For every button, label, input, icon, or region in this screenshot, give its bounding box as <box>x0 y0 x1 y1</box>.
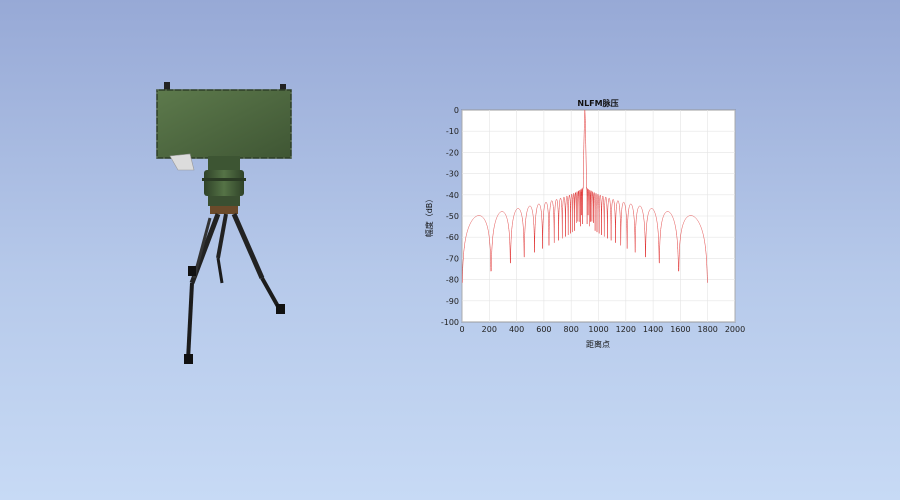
x-tick-label: 400 <box>509 325 524 334</box>
x-tick-label: 1400 <box>643 325 663 334</box>
y-tick-label: -10 <box>446 127 459 136</box>
radar-device-image <box>156 82 292 364</box>
x-axis-label: 距离点 <box>586 339 610 349</box>
y-tick-label: -70 <box>446 254 459 263</box>
y-tick-label: 0 <box>454 106 459 115</box>
x-tick-label: 600 <box>536 325 551 334</box>
x-tick-label: 1600 <box>670 325 690 334</box>
y-tick-label: -20 <box>446 148 459 157</box>
x-tick-label: 200 <box>482 325 497 334</box>
x-tick-label: 1800 <box>698 325 718 334</box>
y-axis-label: 幅度（dB） <box>424 195 434 238</box>
y-tick-label: -30 <box>446 170 459 179</box>
y-tick-label: -40 <box>446 191 459 200</box>
y-tick-label: -60 <box>446 233 459 242</box>
y-tick-label: -50 <box>446 212 459 221</box>
x-tick-label: 1200 <box>616 325 636 334</box>
x-tick-label: 800 <box>564 325 579 334</box>
x-tick-label: 2000 <box>725 325 745 334</box>
x-tick-label: 0 <box>459 325 464 334</box>
y-tick-label: -90 <box>446 297 459 306</box>
chart-title: NLFM脉压 <box>577 98 618 108</box>
x-tick-label: 1000 <box>588 325 608 334</box>
pulse-compression-chart: 0 200 400 600 800 1000 1200 1400 1600 1800 20000-1… <box>424 98 745 349</box>
y-tick-label: -80 <box>446 276 459 285</box>
y-tick-label: -100 <box>441 318 459 327</box>
